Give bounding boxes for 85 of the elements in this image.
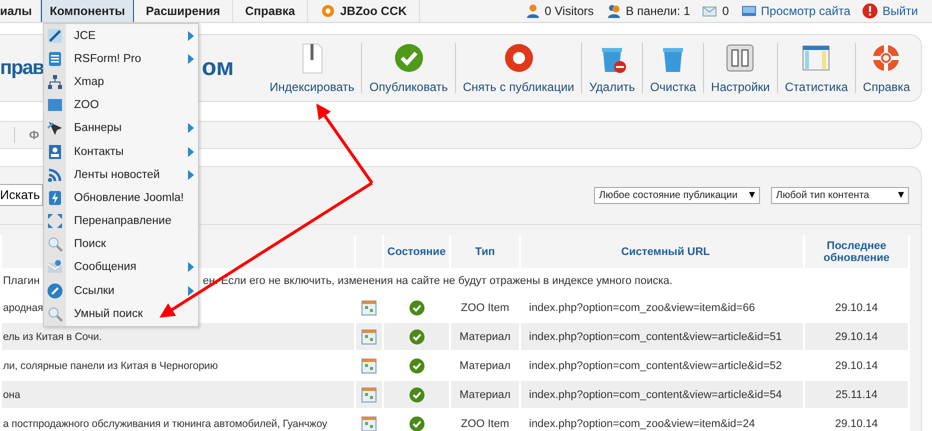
check-circle-icon[interactable]	[408, 328, 424, 344]
stop-circle-icon	[502, 42, 535, 74]
url-cell: index.php?option=com_zoo&view=item&id=24	[520, 409, 804, 431]
search-icon	[47, 306, 63, 322]
panel-users-count: В панели: 1	[626, 4, 690, 18]
toolbar-button[interactable]: Справка	[856, 42, 917, 94]
envelope-icon	[47, 259, 63, 276]
type-cell: Материал	[450, 380, 520, 409]
visitors-count: 0 Visitors	[544, 4, 594, 18]
url-cell: index.php?option=com_zoo&view=item&id=66	[520, 293, 804, 322]
title-cell: ель из Китая в Сочи.	[1, 322, 355, 351]
toolbar-button[interactable]: Настройки	[704, 42, 777, 94]
menu-tab[interactable]: иалы	[0, 0, 41, 22]
type-cell: Материал	[450, 322, 520, 351]
tile-icon	[47, 97, 63, 114]
filter-dropdown[interactable]: Любой тип контента	[771, 186, 909, 204]
power-icon	[862, 3, 878, 19]
caret-icon	[749, 192, 755, 198]
rss-icon	[47, 166, 63, 183]
toolbar-button[interactable]: Статистика	[778, 42, 855, 94]
column-header[interactable]: Последнее обновление	[804, 235, 909, 269]
sitemap-icon	[47, 74, 63, 90]
menu-item[interactable]: Контакты	[44, 140, 198, 164]
menu-item[interactable]: RSForm! Pro	[44, 47, 198, 70]
caret-icon	[898, 192, 904, 198]
title-cell: она	[1, 380, 355, 409]
column-header[interactable]: Системный URL	[520, 235, 804, 269]
switches-icon	[724, 42, 756, 74]
menu-item[interactable]: JCE	[44, 24, 198, 48]
check-circle-icon	[392, 42, 425, 74]
url-cell: index.php?option=com_content&view=article&id=52	[520, 351, 804, 380]
cursor-icon	[47, 120, 63, 136]
page-title: прав	[0, 56, 44, 80]
type-cell: Материал	[450, 351, 520, 380]
user-icon	[524, 3, 541, 19]
menu-item[interactable]: Ленты новостей	[44, 163, 198, 186]
calendar-edit-icon[interactable]	[361, 358, 377, 374]
date-cell: 29.10.14	[804, 293, 909, 322]
date-cell: 29.10.14	[804, 351, 909, 380]
check-circle-icon[interactable]	[408, 358, 424, 374]
toolbar-button[interactable]: Снять с публикации	[456, 42, 582, 94]
check-circle-icon[interactable]	[408, 416, 424, 431]
logout-link[interactable]: Выйти	[882, 4, 918, 18]
type-cell: ZOO Item	[450, 409, 520, 431]
menu-tab[interactable]: Компоненты	[40, 0, 134, 22]
notice-text: Плагин	[3, 275, 40, 287]
filter-dropdown[interactable]: Любое состояние публикации	[594, 186, 760, 204]
search-icon	[47, 236, 63, 252]
menu-item[interactable]: Баннеры	[44, 116, 198, 140]
menu-item[interactable]: Сообщения	[44, 256, 198, 280]
messages-count: 0	[722, 4, 729, 18]
column-header[interactable]: Состояние	[383, 235, 450, 269]
view-site-link[interactable]: Просмотр сайта	[760, 4, 850, 18]
toolbar-button[interactable]: Очистка	[643, 42, 704, 94]
calendar-edit-icon[interactable]	[361, 386, 377, 402]
url-cell: index.php?option=com_content&view=article&id=54	[520, 380, 804, 409]
title-cell: а постпродажного обслуживания и тюнинга автомобилей, Гуанчжоу	[1, 409, 355, 431]
toolbar-button[interactable]: Опубликовать	[362, 42, 455, 94]
toolbar-button[interactable]: Индексировать	[262, 42, 362, 94]
title-cell: ли, солярные панели из Китая в Черногорию	[1, 351, 355, 380]
menu-item[interactable]: ZOO	[44, 94, 198, 117]
check-circle-icon[interactable]	[408, 300, 424, 316]
calendar-edit-icon[interactable]	[361, 328, 377, 344]
column-header[interactable]: Тип	[450, 235, 520, 269]
toolbar-button[interactable]: Удалить	[582, 42, 642, 94]
arrows-icon	[47, 213, 63, 230]
calendar-edit-icon[interactable]	[361, 416, 377, 431]
type-cell: ZOO Item	[450, 293, 520, 322]
document-icon	[47, 50, 63, 67]
contact-card-icon	[47, 144, 63, 160]
date-cell: 29.10.14	[804, 322, 909, 351]
menu-item[interactable]: Поиск	[44, 232, 198, 256]
check-circle-icon[interactable]	[408, 386, 424, 402]
search-button[interactable]: Искать	[0, 184, 43, 206]
menu-item[interactable]: Обновление Joomla!	[44, 186, 198, 210]
lightning-icon	[47, 190, 63, 206]
url-cell: index.php?option=com_content&view=article&id=51	[520, 322, 804, 351]
date-cell: 25.11.14	[804, 380, 909, 409]
users-icon	[606, 3, 622, 19]
date-cell: 29.10.14	[804, 409, 909, 431]
monitor-icon	[740, 3, 757, 19]
menu-item[interactable]: Xmap	[44, 70, 198, 94]
page-title: ом	[202, 54, 234, 82]
calendar-edit-icon[interactable]	[361, 300, 377, 316]
menu-item[interactable]: Перенаправление	[44, 210, 198, 233]
